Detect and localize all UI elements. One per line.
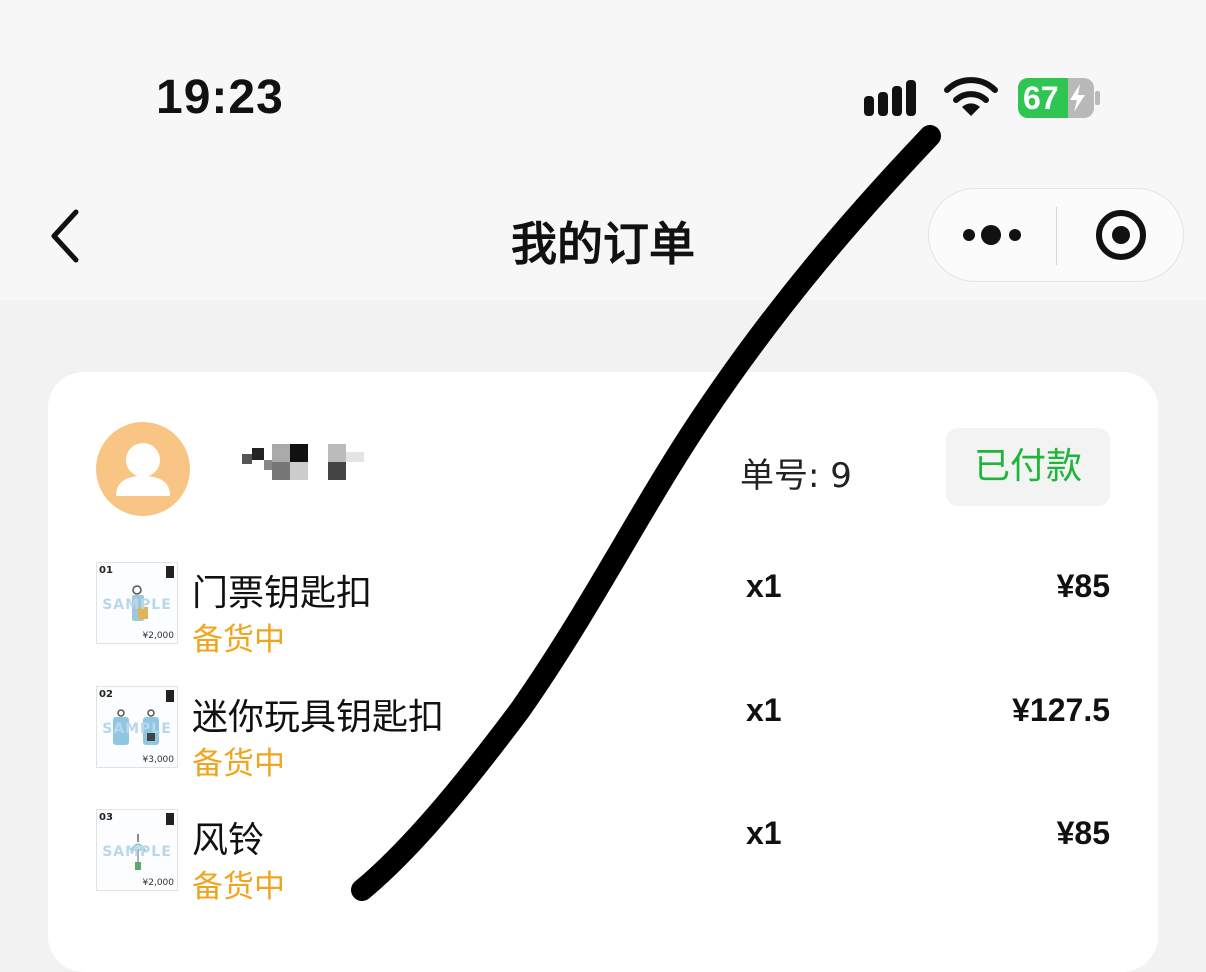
order-number: 单号: 9: [740, 456, 852, 496]
thumb-price: ¥2,000: [142, 878, 175, 888]
thumb-sample-text: SAMPLE: [102, 597, 172, 613]
thumb-tag: 03: [99, 812, 113, 823]
thumb-flag: [166, 813, 174, 825]
item-price: ¥127.5: [1012, 692, 1110, 728]
thumb-sample-text: SAMPLE: [102, 721, 172, 737]
thumb-tag: 01: [99, 565, 113, 576]
order-item[interactable]: 03 SAMPLE ¥2,000 风铃 备货中 x1 ¥85: [96, 809, 1110, 929]
product-name: 风铃: [192, 820, 265, 861]
product-thumbnail: 02 SAMPLE ¥3,000: [96, 686, 178, 768]
thumb-flag: [166, 566, 174, 578]
product-thumbnail: 03 SAMPLE ¥2,000: [96, 809, 178, 891]
wifi-icon: [944, 77, 998, 116]
more-icon[interactable]: [929, 189, 1057, 281]
item-quantity: x1: [746, 568, 782, 604]
thumb-price: ¥2,000: [142, 631, 175, 641]
status-time: 19:23: [156, 71, 284, 124]
battery-level: 67: [1023, 80, 1059, 116]
product-name: 迷你玩具钥匙扣: [192, 697, 445, 738]
mini-program-capsule: [928, 188, 1184, 282]
product-thumbnail: 01 SAMPLE ¥2,000: [96, 562, 178, 644]
item-status: 备货中: [192, 869, 285, 905]
item-price: ¥85: [1056, 568, 1110, 604]
item-quantity: x1: [746, 692, 782, 728]
nickname-redacted: [242, 444, 364, 480]
item-status: 备货中: [192, 622, 285, 658]
order-item[interactable]: 01 SAMPLE ¥2,000 门票钥匙扣 备货中 x1 ¥85: [96, 562, 1110, 682]
thumb-tag: 02: [99, 689, 113, 700]
item-price: ¥85: [1056, 815, 1110, 851]
item-quantity: x1: [746, 815, 782, 851]
signal-icon: [864, 80, 916, 116]
item-status: 备货中: [192, 746, 285, 782]
order-item[interactable]: 02 SAMPLE ¥3,000 迷你玩具钥匙扣 备货中 x1 ¥127.5: [96, 686, 1110, 806]
battery-icon: 67: [1018, 78, 1100, 118]
payment-status-badge: 已付款: [946, 428, 1110, 506]
close-target-icon[interactable]: [1057, 189, 1183, 281]
avatar-icon: [96, 422, 190, 516]
thumb-sample-text: SAMPLE: [102, 844, 172, 860]
thumb-price: ¥3,000: [142, 755, 175, 765]
thumb-flag: [166, 690, 174, 702]
product-name: 门票钥匙扣: [192, 573, 373, 614]
